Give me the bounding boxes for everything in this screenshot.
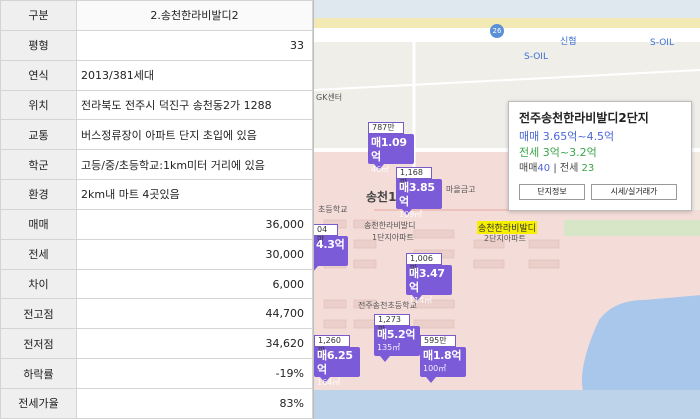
sheet-row: 차이 6,000 <box>0 268 313 300</box>
route-number-icon: 26 <box>490 24 504 38</box>
marker-area: 109㎡ <box>399 210 423 219</box>
price-marker[interactable]: 1,006만 매3.47억 114㎡ <box>406 253 452 305</box>
row-value[interactable]: 전라북도 전주시 덕진구 송천동2가 1288 <box>76 89 313 121</box>
popup-counts: 매매40 | 전세 23 <box>519 163 595 174</box>
map-label-soil-2: S-OIL <box>524 52 548 62</box>
row-value[interactable]: 44,700 <box>76 298 313 330</box>
sheet-row: 평형 33 <box>0 29 313 61</box>
marker-price: 매1.8억 <box>423 349 462 362</box>
marker-unit-price: 04만 <box>314 224 338 244</box>
marker-unit-price: 1,260만 <box>314 335 350 355</box>
row-label[interactable]: 교통 <box>0 119 77 151</box>
complex-info-button[interactable]: 단지정보 <box>519 184 585 200</box>
marker-price: 매3.47억 <box>409 267 445 294</box>
marker-area: 114㎡ <box>409 296 433 305</box>
jeonse-count: 23 <box>581 163 595 174</box>
sheet-row: 연식 2013/381세대 <box>0 59 313 91</box>
price-marker[interactable]: 1,260만 매6.25억 164㎡ <box>314 335 360 387</box>
row-value[interactable]: 고등/중/초등학교:1km미터 거리에 있음 <box>76 149 313 181</box>
popup-jeonse-range: 전세 3억~3.2억 <box>519 146 597 159</box>
row-label[interactable]: 평형 <box>0 29 77 61</box>
sheet-row: 환경 2km내 마트 4곳있음 <box>0 179 313 210</box>
marker-price: 매5.2억 <box>377 328 416 341</box>
marker-price: 매3.85억 <box>399 181 435 208</box>
row-label[interactable]: 차이 <box>0 268 77 300</box>
row-label[interactable]: 전세가율 <box>0 387 77 419</box>
marker-unit-price: 595만 <box>420 335 456 347</box>
sheet-row: 전세 30,000 <box>0 238 313 270</box>
row-value[interactable]: -19% <box>76 358 313 389</box>
row-label[interactable]: 전고점 <box>0 298 77 330</box>
map-label-hanra1: 송천한라비발디 <box>364 221 416 230</box>
jeonse-count-label: 전세 <box>559 163 579 174</box>
price-marker[interactable]: 04만 4.3억 <box>314 224 348 272</box>
trade-count: 40 <box>537 163 551 174</box>
sheet-row: 구분 2.송천한라비발디2 <box>0 0 313 31</box>
row-label[interactable]: 전저점 <box>0 328 77 360</box>
price-marker[interactable]: 1,168만 매3.85억 109㎡ <box>396 167 442 219</box>
row-value[interactable]: 6,000 <box>76 268 313 300</box>
map-view[interactable]: 26 신협 S-OIL S-OIL GK센터 송천1동 마을금고 초등학교 송천… <box>313 0 700 419</box>
marker-area: 135㎡ <box>377 343 401 352</box>
row-label[interactable]: 학군 <box>0 149 77 181</box>
marker-unit-price: 1,273만 <box>374 314 410 334</box>
sheet-row: 학군 고등/중/초등학교:1km미터 거리에 있음 <box>0 149 313 181</box>
row-value[interactable]: 83% <box>76 387 313 419</box>
marker-unit-price: 1,006만 <box>406 253 442 273</box>
sheet-row: 매매 36,000 <box>0 208 313 240</box>
trade-count-label: 매매 <box>519 163 538 174</box>
map-label-center: GK센터 <box>316 93 343 102</box>
map-label-soil: S-OIL <box>650 38 674 48</box>
sheet-row: 전고점 44,700 <box>0 298 313 330</box>
sheet-row: 교통 버스정류장이 아파트 단지 초입에 있음 <box>0 119 313 151</box>
row-value[interactable]: 36,000 <box>76 208 313 240</box>
row-value[interactable]: 34,620 <box>76 328 313 360</box>
price-marker[interactable]: 1,273만 매5.2억 135㎡ <box>374 314 420 362</box>
row-label[interactable]: 매매 <box>0 208 77 240</box>
marker-unit-price: 787만 <box>368 122 404 134</box>
row-value[interactable]: 33 <box>76 29 313 61</box>
popup-trade-range: 매매 3.65억~4.5억 <box>519 130 615 143</box>
marker-price: 4.3억 <box>316 238 345 251</box>
map-label-hanra1-sub: 1단지아파트 <box>372 233 414 242</box>
sheet-row: 전세가율 83% <box>0 387 313 419</box>
row-value[interactable]: 30,000 <box>76 238 313 270</box>
popup-title: 전주송천한라비발디2단지 <box>519 111 649 125</box>
row-label[interactable]: 하락률 <box>0 358 77 389</box>
sheet-row: 하락률 -19% <box>0 358 313 389</box>
marker-area: 100㎡ <box>423 364 447 373</box>
price-marker[interactable]: 787만 매1.09억 46㎡ <box>368 122 414 174</box>
map-label-sinhyeop: 신협 <box>560 37 577 47</box>
marker-price: 매1.09억 <box>371 136 407 163</box>
sheet-row: 위치 전라북도 전주시 덕진구 송천동2가 1288 <box>0 89 313 121</box>
row-label[interactable]: 위치 <box>0 89 77 121</box>
sheet-row: 전저점 34,620 <box>0 328 313 360</box>
map-label-hanra2-sub: 2단지아파트 <box>484 234 526 243</box>
map-label-bank: 마을금고 <box>446 185 476 194</box>
row-value[interactable]: 2km내 마트 4곳있음 <box>76 179 313 210</box>
price-marker[interactable]: 595만 매1.8억 100㎡ <box>420 335 466 383</box>
row-label[interactable]: 연식 <box>0 59 77 91</box>
marker-area: 164㎡ <box>317 378 341 387</box>
marker-unit-price: 1,168만 <box>396 167 432 187</box>
complex-info-popup: 전주송천한라비발디2단지 매매 3.65억~4.5억 전세 3억~3.2억 매매… <box>508 101 692 211</box>
info-sheet: 구분 2.송천한라비발디2 평형 33 연식 2013/381세대 위치 전라북도 전주시 덕… <box>0 0 313 419</box>
price-history-button[interactable]: 시세/실거래가 <box>591 184 677 200</box>
map-label-school: 초등학교 <box>318 205 348 214</box>
row-value[interactable]: 버스정류장이 아파트 단지 초입에 있음 <box>76 119 313 151</box>
row-value[interactable]: 2.송천한라비발디2 <box>76 0 313 31</box>
row-label[interactable]: 환경 <box>0 179 77 210</box>
row-label[interactable]: 전세 <box>0 238 77 270</box>
row-label[interactable]: 구분 <box>0 0 77 31</box>
marker-price: 매6.25억 <box>317 349 353 376</box>
row-value[interactable]: 2013/381세대 <box>76 59 313 91</box>
